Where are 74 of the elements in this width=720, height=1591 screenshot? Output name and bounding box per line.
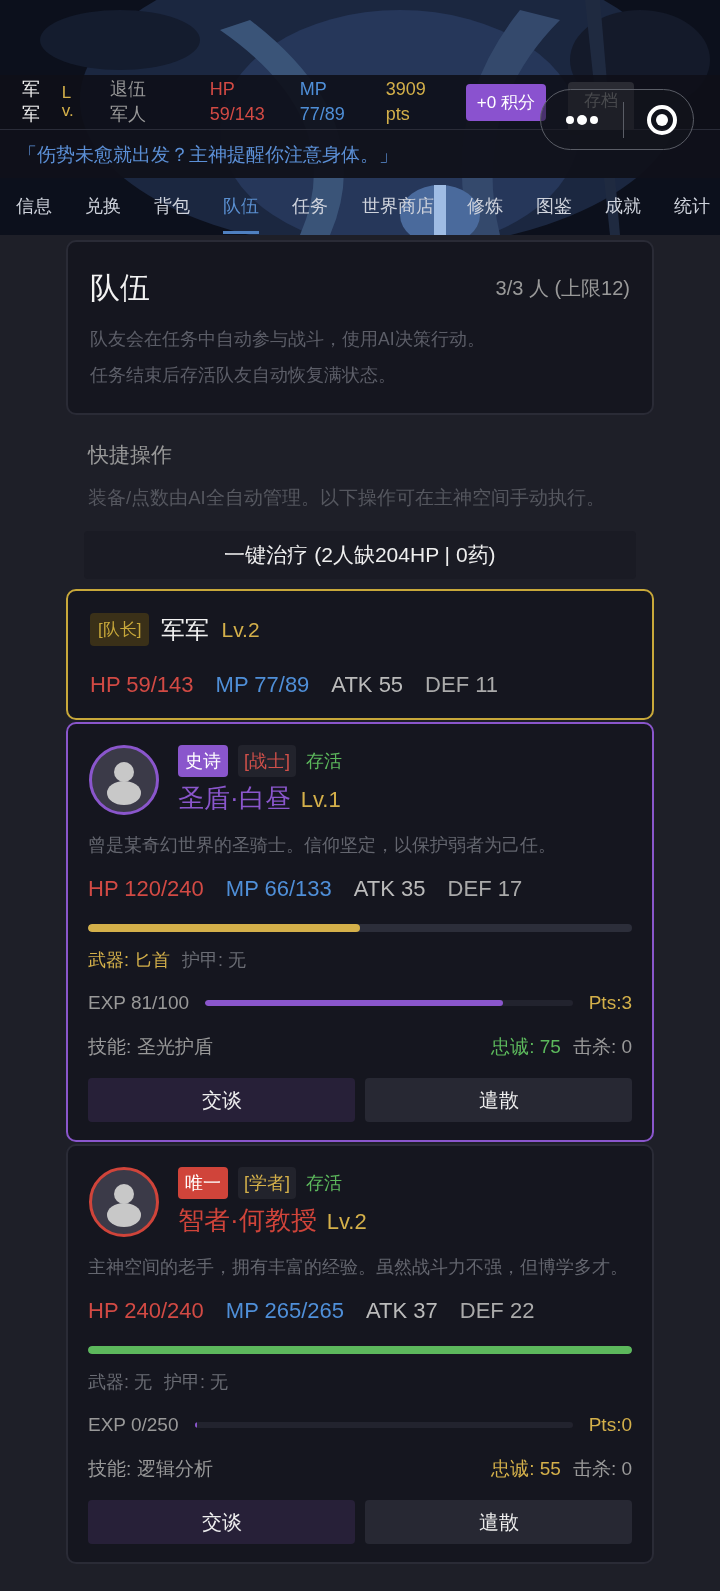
- kills-text: 击杀: 0: [572, 1035, 632, 1059]
- loyalty-text: 忠诚: 75: [491, 1035, 561, 1059]
- dismiss-button[interactable]: 遣散: [365, 1500, 632, 1544]
- player-level: Lv.: [61, 84, 72, 120]
- mp-stat: MP 77/89: [299, 78, 346, 126]
- loyalty-text: 忠诚: 55: [491, 1457, 561, 1481]
- player-name: 军军: [22, 78, 41, 126]
- role-tag: [战士]: [238, 744, 296, 777]
- tab[interactable]: 信息: [16, 178, 52, 234]
- hp-stat: HP 240/240: [88, 1298, 204, 1324]
- def-stat: DEF 11: [425, 672, 499, 698]
- tab[interactable]: 背包: [154, 178, 191, 234]
- points-text: Pts:3: [588, 992, 632, 1014]
- atk-stat: ATK 55: [331, 672, 404, 698]
- skill-text: 技能: 逻辑分析: [88, 1457, 213, 1481]
- leader-level: Lv.2: [221, 617, 260, 642]
- hp-stat: HP 120/240: [88, 876, 204, 902]
- tab[interactable]: 图鉴: [535, 178, 572, 234]
- player-title: 退伍军人: [110, 78, 147, 126]
- member-count: 3/3 人 (上限12): [495, 276, 630, 301]
- atk-stat: ATK 37: [366, 1298, 438, 1324]
- rarity-badge: 唯一: [178, 1166, 228, 1199]
- section-description: 装备/点数由AI全自动管理。以下操作可在主神空间手动执行。: [88, 486, 606, 510]
- heal-button[interactable]: 一键治疗 (2人缺204HP | 0药): [84, 531, 636, 579]
- avatar-icon: [88, 744, 160, 816]
- team-title: 队伍: [90, 270, 150, 306]
- role-tag: [学者]: [238, 1166, 296, 1199]
- member-level: Lv.1: [300, 786, 341, 813]
- kills-text: 击杀: 0: [572, 1457, 632, 1481]
- skill-text: 技能: 圣光护盾: [88, 1035, 213, 1059]
- tab[interactable]: 任务: [292, 178, 329, 234]
- status-text: 存活: [306, 1171, 342, 1195]
- mp-stat: MP 66/133: [225, 876, 332, 902]
- exp-text: EXP 81/100: [88, 992, 190, 1014]
- tab[interactable]: 统计: [674, 178, 710, 234]
- hp-stat: HP 59/143: [209, 78, 266, 126]
- weapon-text: 武器: 无: [88, 1371, 152, 1394]
- weapon-text: 武器: 匕首: [88, 949, 170, 972]
- mp-stat: MP 77/89: [215, 672, 310, 698]
- target-icon: [646, 103, 678, 136]
- member-bio: 主神空间的老手，拥有丰富的经验。虽然战斗力不强，但博学多才。: [88, 1256, 628, 1279]
- points-stat: 3909 pts: [385, 78, 427, 126]
- def-stat: DEF 22: [459, 1298, 535, 1324]
- points-text: Pts:0: [588, 1414, 632, 1436]
- info-text: 队友会在任务中自动参与战斗，使用AI决策行动。: [90, 328, 486, 351]
- tab[interactable]: 兑换: [85, 178, 122, 234]
- member-card[interactable]: 唯一 [学者] 存活 智者·何教授 Lv.2 主神空间的老手，拥有丰富的经验。虽然战斗力不强，但博学多才。 HP 240/240 MP 265/265 ATK 37 DEF 22 武器: 无 护甲: 无 EXP 0/250 Pts:0 技能: 逻辑分析 忠诚: 55 击杀: 0 交谈 遣散: [66, 1144, 654, 1564]
- avatar-icon: [88, 1166, 160, 1238]
- exp-text: EXP 0/250: [88, 1414, 179, 1436]
- points-button[interactable]: +0 积分: [465, 83, 546, 121]
- armor-text: 护甲: 无: [164, 1371, 229, 1394]
- member-bio: 曾是某奇幻世界的圣骑士。信仰坚定，以保护弱者为己任。: [88, 834, 557, 857]
- tab[interactable]: 修炼: [466, 178, 503, 234]
- member-level: Lv.2: [326, 1208, 367, 1235]
- mp-stat: MP 265/265: [225, 1298, 345, 1324]
- def-stat: DEF 17: [447, 876, 523, 902]
- dismiss-button[interactable]: 遣散: [365, 1078, 632, 1122]
- armor-text: 护甲: 无: [182, 949, 247, 972]
- tab[interactable]: 世界商店: [361, 178, 434, 234]
- member-name: 智者·何教授: [178, 1203, 317, 1237]
- tab[interactable]: 队伍: [223, 178, 260, 234]
- hp-stat: HP 59/143: [90, 672, 194, 698]
- member-name: 圣盾·白昼: [178, 781, 291, 815]
- talk-button[interactable]: 交谈: [88, 1078, 355, 1122]
- member-card[interactable]: 史诗 [战士] 存活 圣盾·白昼 Lv.1 曾是某奇幻世界的圣骑士。信仰坚定，以保护弱者为己任。 HP 120/240 MP 66/133 ATK 35 DEF 17 武器: 匕首 护甲: 无 EXP 81/100 Pts:3 技能: 圣光护盾 忠诚: 75 击杀: 0 交谈 遣散: [66, 722, 654, 1142]
- leader-tag: [队长]: [90, 613, 150, 646]
- info-text: 任务结束后存活队友自动恢复满状态。: [90, 364, 397, 387]
- talk-button[interactable]: 交谈: [88, 1500, 355, 1544]
- rarity-badge: 史诗: [178, 744, 228, 777]
- section-title: 快捷操作: [88, 442, 173, 468]
- tab[interactable]: 成就: [604, 178, 641, 234]
- status-text: 存活: [306, 749, 342, 773]
- leader-name: 军军: [161, 614, 210, 645]
- atk-stat: ATK 35: [353, 876, 426, 902]
